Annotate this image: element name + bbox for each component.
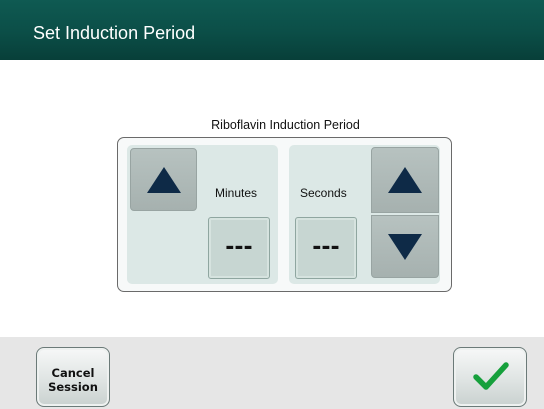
panel-title: Riboflavin Induction Period	[211, 118, 360, 132]
seconds-decrement-button[interactable]	[371, 215, 439, 278]
cancel-session-button[interactable]: Cancel Session	[36, 347, 110, 407]
triangle-up-icon	[146, 166, 181, 193]
confirm-button[interactable]	[453, 347, 527, 407]
induction-period-panel: Minutes --- Seconds ---	[117, 137, 452, 292]
minutes-increment-button[interactable]	[130, 148, 197, 211]
induction-period-screen: Set Induction Period Riboflavin Inductio…	[0, 0, 544, 409]
seconds-value: ---	[312, 235, 340, 260]
triangle-down-icon	[388, 233, 422, 260]
minutes-group: Minutes ---	[127, 145, 278, 284]
checkmark-icon	[473, 362, 509, 390]
seconds-value-field[interactable]: ---	[295, 217, 357, 279]
triangle-up-icon	[388, 167, 422, 193]
seconds-increment-button[interactable]	[371, 147, 439, 213]
cancel-session-label: Cancel Session	[48, 366, 98, 394]
seconds-label: Seconds	[300, 186, 347, 200]
minutes-value: ---	[225, 235, 253, 260]
footer-bar: Cancel Session	[0, 337, 544, 409]
minutes-value-field[interactable]: ---	[208, 217, 270, 279]
minutes-label: Minutes	[215, 186, 258, 200]
seconds-group: Seconds ---	[289, 145, 440, 284]
page-title: Set Induction Period	[33, 23, 196, 43]
header-bar: Set Induction Period	[0, 0, 544, 60]
